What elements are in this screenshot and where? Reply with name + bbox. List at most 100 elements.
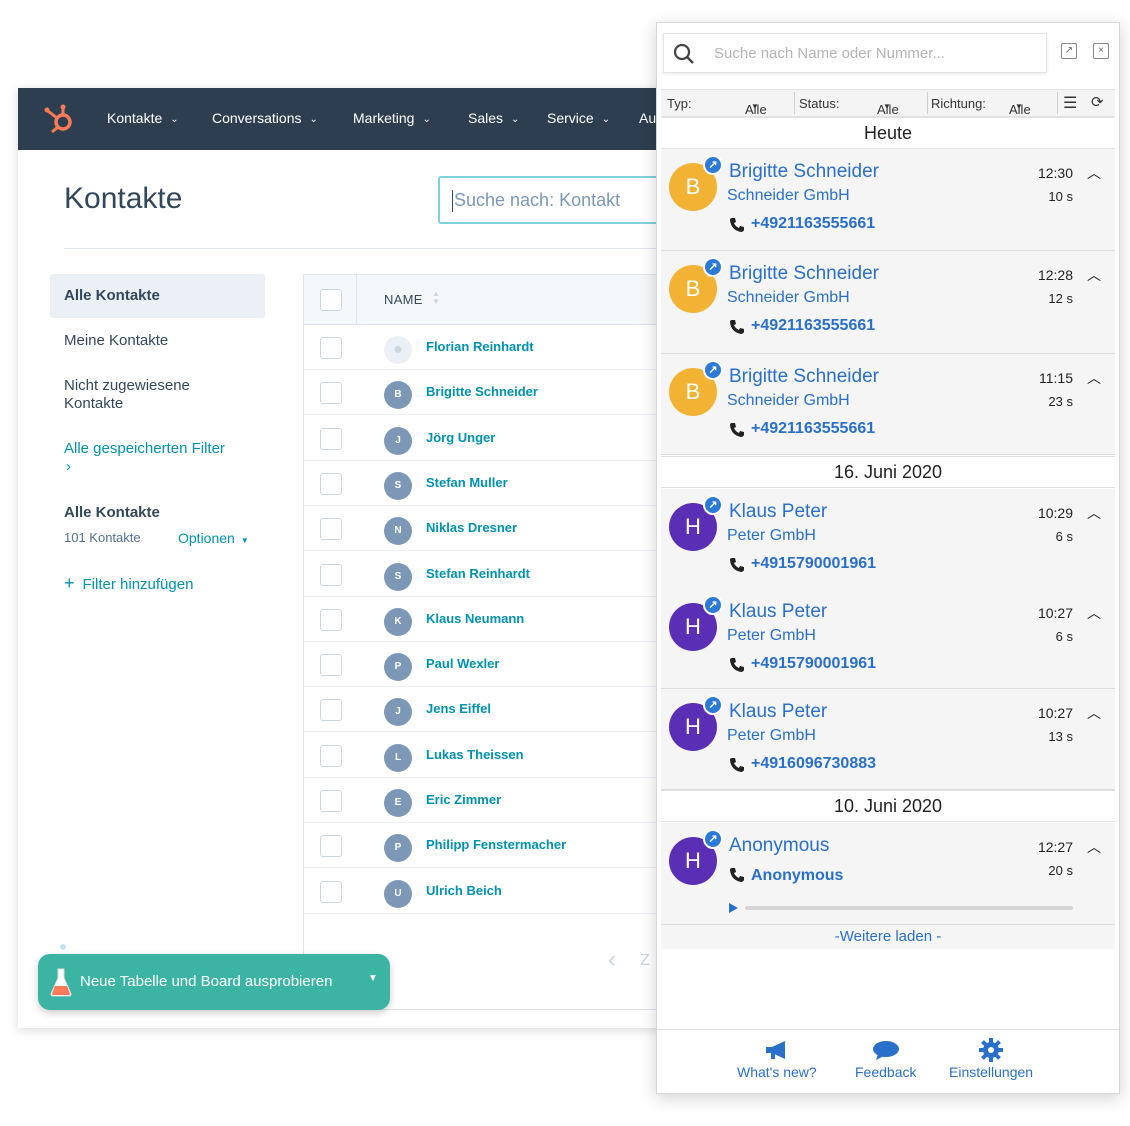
row-checkbox[interactable] (320, 563, 342, 586)
phone-number-link[interactable]: Anonymous (751, 867, 843, 885)
table-row[interactable]: ● Florian Reinhardt (304, 325, 678, 370)
audio-progress-bar[interactable] (745, 906, 1073, 910)
contacts-table: NAME ▲ ▼ ● Florian Reinhardt B Brigitte Schn… (303, 274, 678, 1010)
contact-name-link[interactable]: Ulrich Beich (426, 883, 502, 898)
call-entry[interactable]: H ↗ Anonymous Anonymous 12:27 20 s ︿ (661, 823, 1115, 925)
row-checkbox[interactable] (320, 790, 342, 812)
table-row[interactable]: K Klaus Neumann (304, 597, 678, 642)
call-entry[interactable]: H ↗ Klaus Peter Peter GmbH +4916096730883 10:… (661, 689, 1115, 790)
list-view-icon[interactable]: ☰ (1063, 93, 1077, 113)
nav-kontakte[interactable]: Kontakte ⌄ (107, 110, 179, 126)
caller-name-link[interactable]: Anonymous (729, 835, 829, 857)
call-entry[interactable]: B ↗ Brigitte Schneider Schneider GmbH +49211… (661, 251, 1115, 354)
contact-name-link[interactable]: Philipp Fenstermacher (426, 837, 566, 852)
close-icon[interactable]: × (1093, 43, 1109, 59)
contact-name-link[interactable]: Florian Reinhardt (426, 339, 534, 354)
table-row[interactable]: P Philipp Fenstermacher (304, 823, 678, 869)
hubspot-logo-icon[interactable] (42, 102, 76, 136)
whats-new-button[interactable]: What's new? (737, 1038, 817, 1080)
phone-number-link[interactable]: +4915790001961 (751, 655, 876, 673)
contact-name-link[interactable]: Klaus Neumann (426, 611, 524, 626)
contact-name-link[interactable]: Stefan Reinhardt (426, 566, 530, 581)
caller-name-link[interactable]: Klaus Peter (729, 601, 827, 623)
row-checkbox[interactable] (320, 699, 342, 722)
caller-name-link[interactable]: Brigitte Schneider (729, 263, 879, 285)
call-search-input[interactable]: Suche nach Name oder Nummer... (663, 33, 1047, 73)
nav-sales[interactable]: Sales ⌄ (468, 110, 519, 126)
chevron-up-icon[interactable]: ︿ (1087, 503, 1101, 523)
sidebar-item-all-contacts[interactable]: Alle Kontakte (50, 274, 265, 318)
row-checkbox[interactable] (320, 654, 342, 677)
contact-name-link[interactable]: Jens Eiffel (426, 701, 491, 716)
call-entry[interactable]: H ↗ Klaus Peter Peter GmbH +4915790001961 10:… (661, 589, 1115, 689)
phone-number-link[interactable]: +4915790001961 (751, 555, 876, 573)
add-filter-button[interactable]: + Filter hinzufügen (64, 574, 264, 594)
column-header-name[interactable]: NAME (384, 292, 423, 307)
sort-icon[interactable]: ▲ ▼ (432, 290, 440, 306)
caller-name-link[interactable]: Brigitte Schneider (729, 366, 879, 388)
sidebar-item-unassigned[interactable]: Nicht zugewiesene Kontakte (64, 377, 244, 413)
play-icon[interactable] (729, 903, 738, 913)
chevron-up-icon[interactable]: ︿ (1087, 603, 1101, 623)
table-row[interactable]: U Ulrich Beich (304, 869, 678, 914)
nav-automation[interactable]: Au (639, 110, 656, 126)
nav-marketing[interactable]: Marketing ⌄ (353, 110, 431, 126)
popout-icon[interactable]: ↗ (1061, 43, 1077, 59)
chevron-up-icon[interactable]: ︿ (1087, 368, 1101, 388)
contact-search-input[interactable]: Suche nach: Kontakt (438, 176, 678, 224)
table-row[interactable]: S Stefan Reinhardt (304, 552, 678, 597)
call-duration: 10 s (1048, 189, 1073, 204)
row-checkbox[interactable] (320, 337, 342, 359)
pager-next-label[interactable]: Z (640, 952, 650, 970)
table-row[interactable]: S Stefan Muller (304, 461, 678, 506)
call-entry[interactable]: H ↗ Klaus Peter Peter GmbH +4915790001961 10:… (661, 489, 1115, 590)
table-row[interactable]: L Lukas Theissen (304, 733, 678, 778)
previous-page-icon[interactable]: ‹ (608, 946, 616, 974)
table-row[interactable]: J Jens Eiffel (304, 687, 678, 733)
row-checkbox[interactable] (320, 518, 342, 541)
table-row[interactable]: E Eric Zimmer (304, 778, 678, 823)
table-row[interactable]: J Jörg Unger (304, 416, 678, 461)
table-row[interactable]: B Brigitte Schneider (304, 370, 678, 416)
row-checkbox[interactable] (320, 427, 342, 450)
caller-name-link[interactable]: Klaus Peter (729, 701, 827, 723)
load-more-button[interactable]: -Weitere laden - (661, 925, 1115, 949)
feedback-button[interactable]: Feedback (855, 1038, 916, 1080)
row-checkbox[interactable] (320, 835, 342, 858)
table-row[interactable]: N Niklas Dresner (304, 506, 678, 552)
contact-name-link[interactable]: Niklas Dresner (426, 520, 517, 535)
chevron-up-icon[interactable]: ︿ (1087, 265, 1101, 285)
saved-filters-link[interactable]: Alle gespeicherten Filter › (64, 440, 264, 476)
caller-name-link[interactable]: Brigitte Schneider (729, 161, 879, 183)
contact-name-link[interactable]: Stefan Muller (426, 475, 508, 490)
contact-name-link[interactable]: Paul Wexler (426, 656, 499, 671)
new-table-banner-button[interactable]: Neue Tabelle und Board ausprobieren ▼ (38, 954, 390, 1010)
sidebar-item-my-contacts[interactable]: Meine Kontakte (64, 332, 244, 350)
row-checkbox[interactable] (320, 880, 342, 903)
caller-name-link[interactable]: Klaus Peter (729, 501, 827, 523)
call-entry[interactable]: B ↗ Brigitte Schneider Schneider GmbH +49211… (661, 149, 1115, 251)
chevron-up-icon[interactable]: ︿ (1087, 163, 1101, 183)
refresh-icon[interactable]: ⟳ (1091, 93, 1104, 111)
nav-service[interactable]: Service ⌄ (547, 110, 610, 126)
row-checkbox[interactable] (320, 744, 342, 767)
contact-name-link[interactable]: Brigitte Schneider (426, 384, 538, 399)
row-checkbox[interactable] (320, 608, 342, 631)
settings-button[interactable]: Einstellungen (949, 1038, 1033, 1080)
chevron-up-icon[interactable]: ︿ (1087, 837, 1101, 857)
table-row[interactable]: P Paul Wexler (304, 642, 678, 688)
nav-conversations[interactable]: Conversations ⌄ (212, 110, 318, 126)
contact-name-link[interactable]: Eric Zimmer (426, 792, 501, 807)
phone-number-link[interactable]: +4921163555661 (751, 317, 875, 335)
select-all-checkbox[interactable] (320, 289, 342, 311)
phone-number-link[interactable]: +4921163555661 (751, 420, 875, 438)
phone-number-link[interactable]: +4916096730883 (751, 755, 876, 773)
row-checkbox[interactable] (320, 472, 342, 495)
row-checkbox[interactable] (320, 382, 342, 405)
contact-name-link[interactable]: Jörg Unger (426, 430, 495, 445)
options-dropdown[interactable]: Optionen ▼ (178, 530, 249, 546)
phone-number-link[interactable]: +4921163555661 (751, 215, 875, 233)
call-entry[interactable]: B ↗ Brigitte Schneider Schneider GmbH +49211… (661, 354, 1115, 455)
contact-name-link[interactable]: Lukas Theissen (426, 747, 524, 762)
chevron-up-icon[interactable]: ︿ (1087, 703, 1101, 723)
